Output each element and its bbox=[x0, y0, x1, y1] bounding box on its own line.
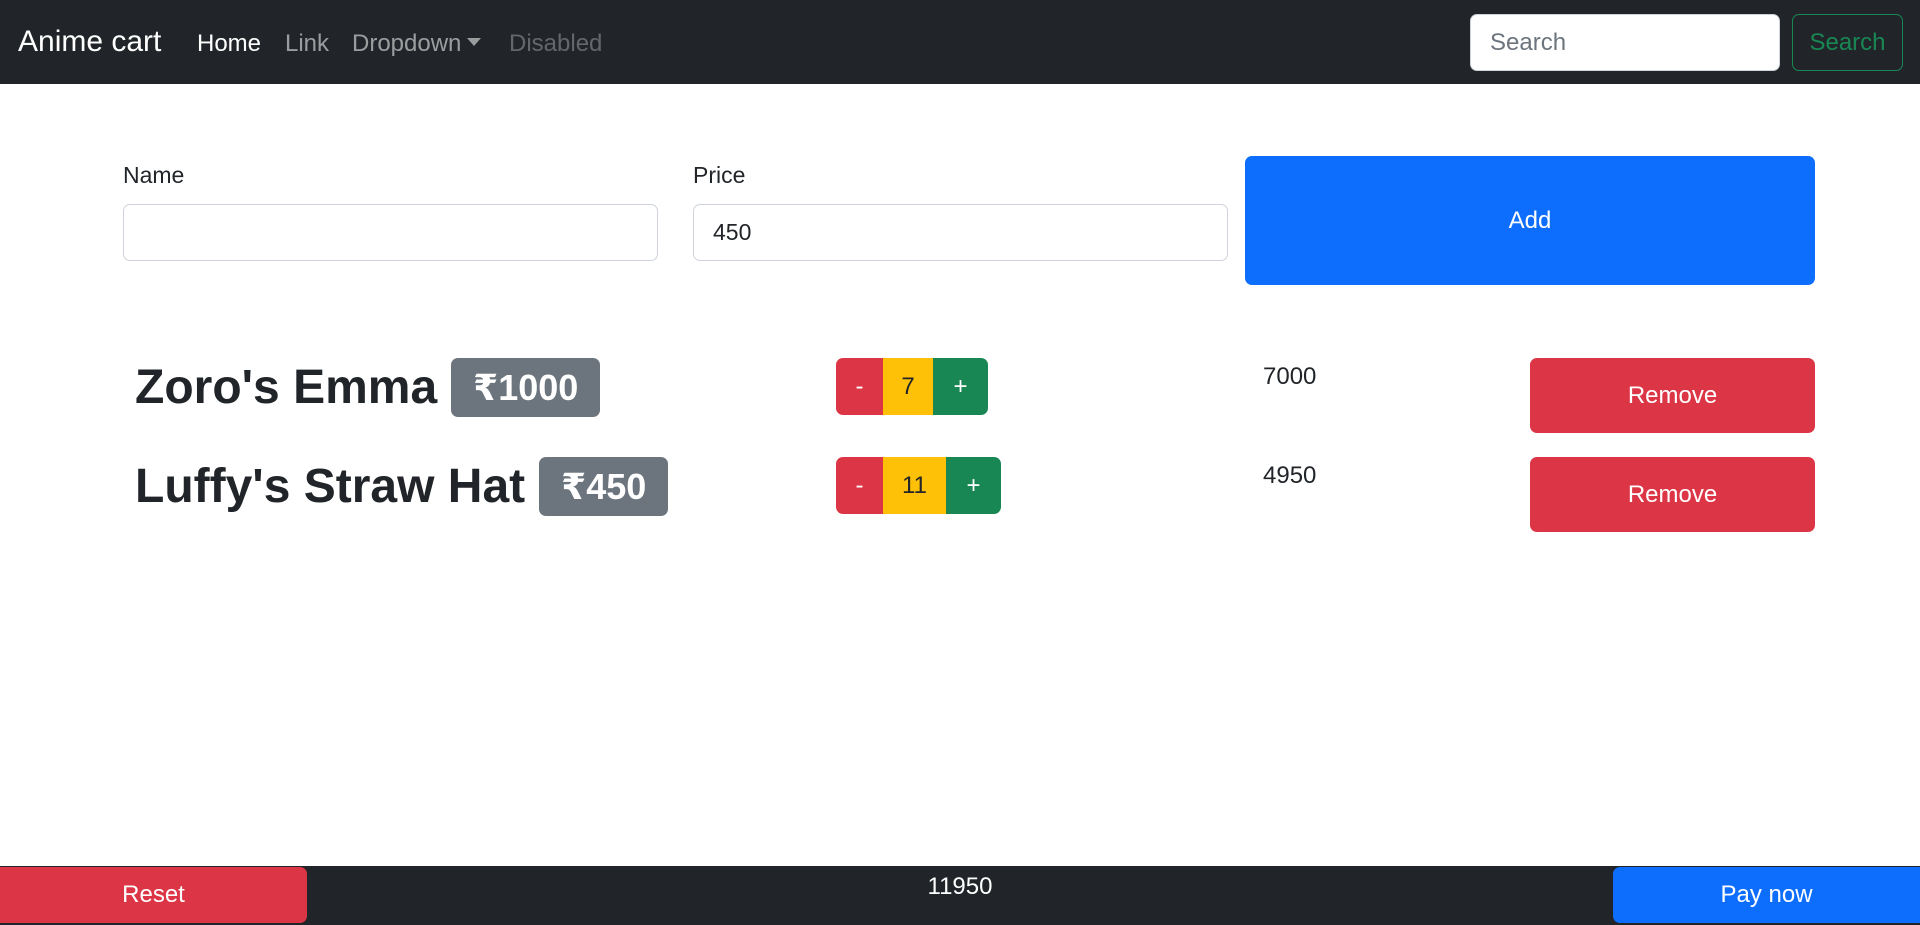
nav-link-disabled: Disabled bbox=[509, 30, 603, 57]
navbar-brand[interactable]: Anime cart bbox=[18, 24, 161, 60]
quantity-value: 11 bbox=[883, 457, 946, 514]
quantity-value: 7 bbox=[883, 358, 933, 415]
item-title-row: Luffy's Straw Hat ₹450 bbox=[135, 457, 669, 517]
price-field[interactable] bbox=[693, 204, 1228, 261]
search-input[interactable] bbox=[1470, 14, 1780, 71]
cart-item: Luffy's Straw Hat ₹450 - 11 + 4950 Remov… bbox=[0, 457, 1920, 537]
item-subtotal: 7000 bbox=[1263, 363, 1317, 390]
quantity-stepper: - 11 + bbox=[836, 457, 1001, 514]
item-name: Luffy's Straw Hat bbox=[135, 459, 526, 513]
quantity-stepper: - 7 + bbox=[836, 358, 988, 415]
nav-link-home[interactable]: Home bbox=[197, 30, 261, 59]
name-field[interactable] bbox=[123, 204, 658, 261]
increment-button[interactable]: + bbox=[933, 358, 988, 415]
pay-now-button[interactable]: Pay now bbox=[1613, 867, 1920, 923]
price-badge: ₹1000 bbox=[451, 358, 601, 418]
decrement-button[interactable]: - bbox=[836, 457, 883, 514]
nav-link-dropdown[interactable]: Dropdown bbox=[352, 30, 482, 59]
price-badge: ₹450 bbox=[539, 457, 669, 517]
increment-button[interactable]: + bbox=[946, 457, 1001, 514]
search-button[interactable]: Search bbox=[1792, 14, 1903, 71]
cart-item: Zoro's Emma ₹1000 - 7 + 7000 Remove bbox=[0, 358, 1920, 438]
remove-button[interactable]: Remove bbox=[1530, 358, 1815, 433]
item-subtotal: 4950 bbox=[1263, 462, 1317, 489]
name-label: Name bbox=[123, 162, 185, 188]
decrement-button[interactable]: - bbox=[836, 358, 883, 415]
price-label: Price bbox=[693, 162, 746, 188]
chevron-down-icon bbox=[467, 37, 482, 46]
navbar: Anime cart Home Link Dropdown Disabled S… bbox=[0, 0, 1920, 84]
dropdown-label: Dropdown bbox=[352, 30, 462, 57]
item-title-row: Zoro's Emma ₹1000 bbox=[135, 358, 601, 418]
add-button[interactable]: Add bbox=[1245, 156, 1815, 285]
nav-link-link[interactable]: Link bbox=[285, 30, 329, 59]
item-name: Zoro's Emma bbox=[135, 360, 438, 414]
remove-button[interactable]: Remove bbox=[1530, 457, 1815, 532]
